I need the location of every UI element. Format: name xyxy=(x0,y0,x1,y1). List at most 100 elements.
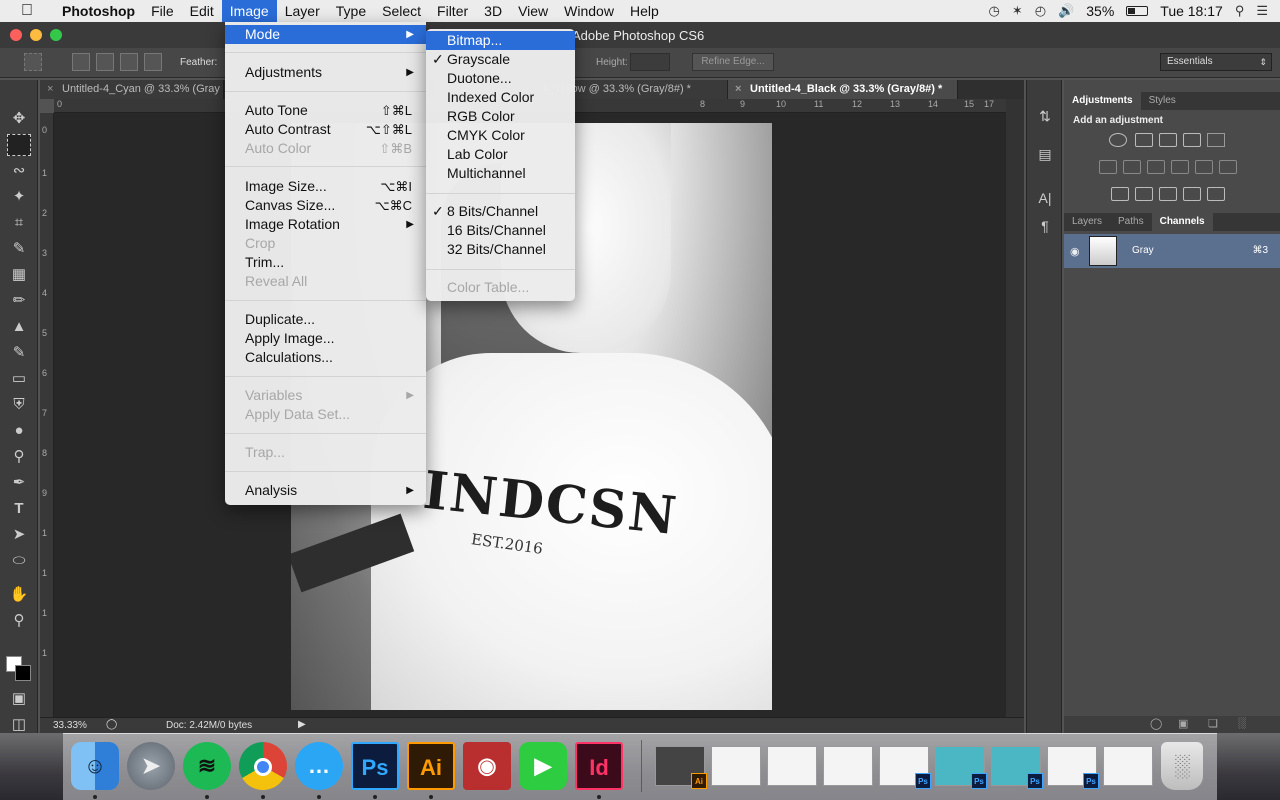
menu-3d[interactable]: 3D xyxy=(476,0,510,22)
save-selection-icon[interactable]: ▣ xyxy=(1178,717,1188,730)
color-balance-icon[interactable] xyxy=(1123,160,1141,174)
dodge-tool-icon[interactable]: ⚲ xyxy=(7,446,31,468)
menu-type[interactable]: Type xyxy=(328,0,374,22)
menu-item-image-size[interactable]: Image Size... ⌥⌘I xyxy=(225,177,426,196)
paint-bucket-tool-icon[interactable]: ⛨ xyxy=(7,394,31,416)
channel-row[interactable]: ◉ Gray ⌘3 xyxy=(1064,234,1280,268)
menu-item-auto-contrast[interactable]: Auto Contrast ⌥⇧⌘L xyxy=(225,120,426,139)
close-window-button[interactable] xyxy=(10,29,22,41)
marquee-tool-icon[interactable] xyxy=(7,134,31,156)
threshold-icon[interactable] xyxy=(1159,187,1177,201)
vibrance-icon[interactable] xyxy=(1207,133,1225,147)
minimized-window[interactable]: Ps xyxy=(879,746,931,789)
color-lookup-icon[interactable] xyxy=(1219,160,1237,174)
brightness-contrast-icon[interactable] xyxy=(1109,133,1127,147)
menu-window[interactable]: Window xyxy=(556,0,622,22)
move-tool-icon[interactable]: ✥ xyxy=(7,108,31,130)
subtract-selection-icon[interactable] xyxy=(120,53,138,71)
mode-item-duotone[interactable]: Duotone... xyxy=(426,69,575,88)
minimized-window[interactable]: Ps xyxy=(935,746,987,789)
mode-item-bitmap[interactable]: Bitmap... xyxy=(426,31,575,50)
mode-item-lab-color[interactable]: Lab Color xyxy=(426,145,575,164)
app-menu[interactable]: Photoshop xyxy=(54,0,143,22)
status-menu-arrow-icon[interactable]: ▶ xyxy=(298,719,306,730)
trash-icon[interactable]: ░ xyxy=(1238,717,1246,729)
volume-icon[interactable]: 🔊 xyxy=(1058,3,1074,19)
mode-item-grayscale[interactable]: ✓ Grayscale xyxy=(426,50,575,69)
healing-brush-tool-icon[interactable]: ▦ xyxy=(7,264,31,286)
minimized-window[interactable]: Ps xyxy=(1047,746,1099,789)
tab-paths[interactable]: Paths xyxy=(1110,213,1152,231)
lasso-tool-icon[interactable]: ∾ xyxy=(7,160,31,182)
invert-icon[interactable] xyxy=(1111,187,1129,201)
add-selection-icon[interactable] xyxy=(96,53,114,71)
menu-item-adjustments[interactable]: Adjustments ▶ xyxy=(225,63,426,82)
indesign-icon[interactable]: Id xyxy=(575,742,623,790)
notification-center-icon[interactable]: ☰ xyxy=(1256,3,1268,19)
tab-black[interactable]: × Untitled-4_Black @ 33.3% (Gray/8#) * xyxy=(728,80,958,99)
zoom-tool-icon[interactable]: ⚲ xyxy=(7,610,31,632)
mode-item-rgb-color[interactable]: RGB Color xyxy=(426,107,575,126)
minimize-window-button[interactable] xyxy=(30,29,42,41)
history-panel-icon[interactable]: ⇅ xyxy=(1035,106,1055,126)
minimized-window[interactable] xyxy=(767,746,817,786)
ellipse-tool-icon[interactable]: ⬭ xyxy=(7,550,31,572)
character-panel-icon[interactable]: A| xyxy=(1035,188,1055,208)
menu-view[interactable]: View xyxy=(510,0,556,22)
hue-saturation-icon[interactable] xyxy=(1099,160,1117,174)
tab-layers[interactable]: Layers xyxy=(1064,213,1110,231)
photo-booth-icon[interactable]: ◉ xyxy=(463,742,511,790)
eyedropper-tool-icon[interactable]: ✎ xyxy=(7,238,31,260)
pen-tool-icon[interactable]: ✒ xyxy=(7,472,31,494)
background-color-swatch[interactable] xyxy=(15,665,31,681)
menu-item-trim[interactable]: Trim... xyxy=(225,253,426,272)
path-selection-tool-icon[interactable]: ➤ xyxy=(7,524,31,546)
menu-item-auto-tone[interactable]: Auto Tone ⇧⌘L xyxy=(225,101,426,120)
menu-filter[interactable]: Filter xyxy=(429,0,476,22)
exposure-icon[interactable] xyxy=(1183,133,1201,147)
mode-item-8-bits[interactable]: ✓ 8 Bits/Channel xyxy=(426,202,575,221)
menu-item-apply-image[interactable]: Apply Image... xyxy=(225,329,426,348)
magic-wand-tool-icon[interactable]: ✦ xyxy=(7,186,31,208)
zoom-share-icon[interactable]: ◯ xyxy=(106,719,117,730)
time-machine-icon[interactable]: ◷ xyxy=(988,3,999,19)
minimized-window[interactable] xyxy=(711,746,761,786)
photoshop-icon[interactable]: Ps xyxy=(351,742,399,790)
battery-icon[interactable] xyxy=(1126,6,1149,16)
menu-select[interactable]: Select xyxy=(374,0,429,22)
mode-item-32-bits[interactable]: 32 Bits/Channel xyxy=(426,240,575,259)
levels-icon[interactable] xyxy=(1135,133,1153,147)
type-tool-icon[interactable]: T xyxy=(7,498,31,520)
history-brush-tool-icon[interactable]: ✎ xyxy=(7,342,31,364)
tab-cyan[interactable]: × Untitled-4_Cyan @ 33.3% (Gray xyxy=(40,80,224,99)
menu-file[interactable]: File xyxy=(143,0,182,22)
finder-icon[interactable]: ☺ xyxy=(71,742,119,790)
tab-styles[interactable]: Styles xyxy=(1141,92,1184,110)
tab-channels[interactable]: Channels xyxy=(1151,213,1213,231)
bluetooth-icon[interactable]: ✶ xyxy=(1012,3,1023,19)
new-selection-icon[interactable] xyxy=(72,53,90,71)
menu-item-mode[interactable]: Mode ▶ xyxy=(225,25,426,44)
posterize-icon[interactable] xyxy=(1135,187,1153,201)
messages-icon[interactable]: … xyxy=(295,742,343,790)
photo-filter-icon[interactable] xyxy=(1171,160,1189,174)
black-white-icon[interactable] xyxy=(1147,160,1165,174)
facetime-icon[interactable]: ▶ xyxy=(519,742,567,790)
spotlight-search-icon[interactable]: ⚲ xyxy=(1235,3,1245,19)
intersect-selection-icon[interactable] xyxy=(144,53,162,71)
zoom-window-button[interactable] xyxy=(50,29,62,41)
close-tab-icon[interactable]: × xyxy=(735,80,741,99)
menu-item-duplicate[interactable]: Duplicate... xyxy=(225,310,426,329)
quick-mask-icon[interactable]: ▣ xyxy=(7,688,31,710)
paragraph-panel-icon[interactable]: ¶ xyxy=(1035,216,1055,236)
marquee-preset-icon[interactable] xyxy=(24,53,42,71)
menu-item-analysis[interactable]: Analysis ▶ xyxy=(225,481,426,500)
blur-tool-icon[interactable]: ● xyxy=(7,420,31,442)
workspace-select[interactable]: Essentials ⇕ xyxy=(1160,53,1272,71)
new-channel-icon[interactable]: ❏ xyxy=(1208,717,1218,730)
visibility-eye-icon[interactable]: ◉ xyxy=(1070,245,1080,258)
document-size[interactable]: Doc: 2.42M/0 bytes xyxy=(166,720,252,731)
spotify-icon[interactable]: ≋ xyxy=(183,742,231,790)
clone-stamp-tool-icon[interactable]: ▲ xyxy=(7,316,31,338)
refine-edge-button[interactable]: Refine Edge... xyxy=(692,53,774,71)
